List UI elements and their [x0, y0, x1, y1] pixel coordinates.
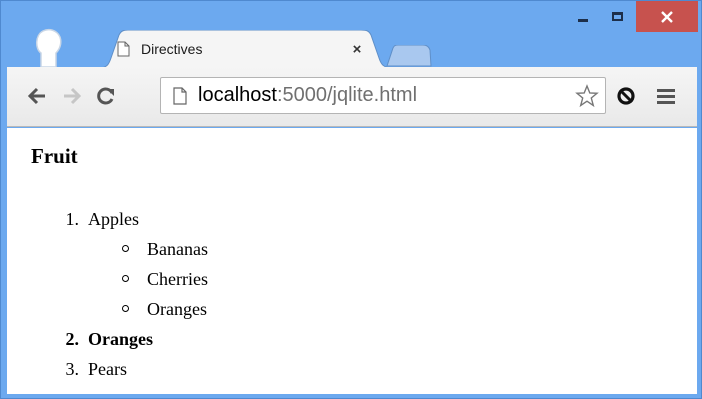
page-icon: [173, 87, 187, 105]
nested-list-item: Oranges: [37, 294, 208, 324]
list-number: 2.: [65, 329, 80, 349]
url-text[interactable]: localhost:5000/jqlite.html: [198, 84, 417, 107]
back-button[interactable]: [23, 82, 51, 110]
fruit-list: 1. Apples Bananas Cherries Oranges 2. Oran…: [37, 204, 208, 384]
list-item: 1. Apples Bananas Cherries Oranges: [37, 204, 208, 324]
close-icon: ×: [352, 40, 362, 58]
nested-list: Bananas Cherries Oranges: [37, 234, 208, 324]
list-item-label: Oranges: [88, 329, 153, 349]
reload-icon: [97, 87, 114, 105]
back-arrow-icon: [27, 87, 45, 105]
url-path: :5000/jqlite.html: [276, 84, 418, 106]
url-host: localhost: [198, 84, 277, 106]
tab-directives[interactable]: Directives ×: [99, 30, 394, 68]
address-bar[interactable]: localhost:5000/jqlite.html: [160, 77, 606, 114]
list-item-label: Apples: [88, 209, 139, 229]
maximize-button[interactable]: [601, 1, 633, 32]
profile-avatar-icon[interactable]: [29, 27, 69, 67]
hamburger-menu-icon: [657, 89, 675, 104]
close-window-button[interactable]: [636, 1, 698, 32]
tab-close-button[interactable]: ×: [347, 39, 367, 59]
reload-button[interactable]: [92, 82, 120, 110]
page-heading: Fruit: [31, 144, 78, 168]
close-icon: [661, 10, 673, 23]
extension-icon: [617, 87, 635, 105]
list-number: 3.: [65, 359, 80, 379]
bookmark-star-icon[interactable]: [575, 84, 599, 108]
minimize-button[interactable]: [567, 1, 599, 32]
list-item: 3. Pears: [37, 354, 208, 384]
page-icon: [117, 41, 130, 57]
forward-arrow-icon: [64, 87, 82, 105]
forward-button[interactable]: [58, 82, 86, 110]
minimize-icon: [578, 19, 588, 22]
bullet-icon: [122, 245, 129, 252]
browser-toolbar: localhost:5000/jqlite.html: [7, 67, 697, 127]
maximize-icon: [611, 12, 623, 21]
bullet-icon: [122, 305, 129, 312]
new-tab-button[interactable]: [385, 45, 433, 67]
list-number: 1.: [65, 209, 80, 229]
browser-window: Directives × localhost:5000/jqlite.html …: [0, 0, 702, 399]
list-item: 2. Oranges: [37, 324, 208, 354]
extension-button[interactable]: [612, 82, 640, 110]
list-item-label: Pears: [88, 359, 127, 379]
tab-title: Directives: [141, 41, 203, 57]
menu-button[interactable]: [652, 82, 680, 110]
nested-list-item: Bananas: [37, 234, 208, 264]
page-content: Fruit 1. Apples Bananas Cherries Oranges …: [7, 128, 697, 394]
bullet-icon: [122, 275, 129, 282]
nested-list-item: Cherries: [37, 264, 208, 294]
